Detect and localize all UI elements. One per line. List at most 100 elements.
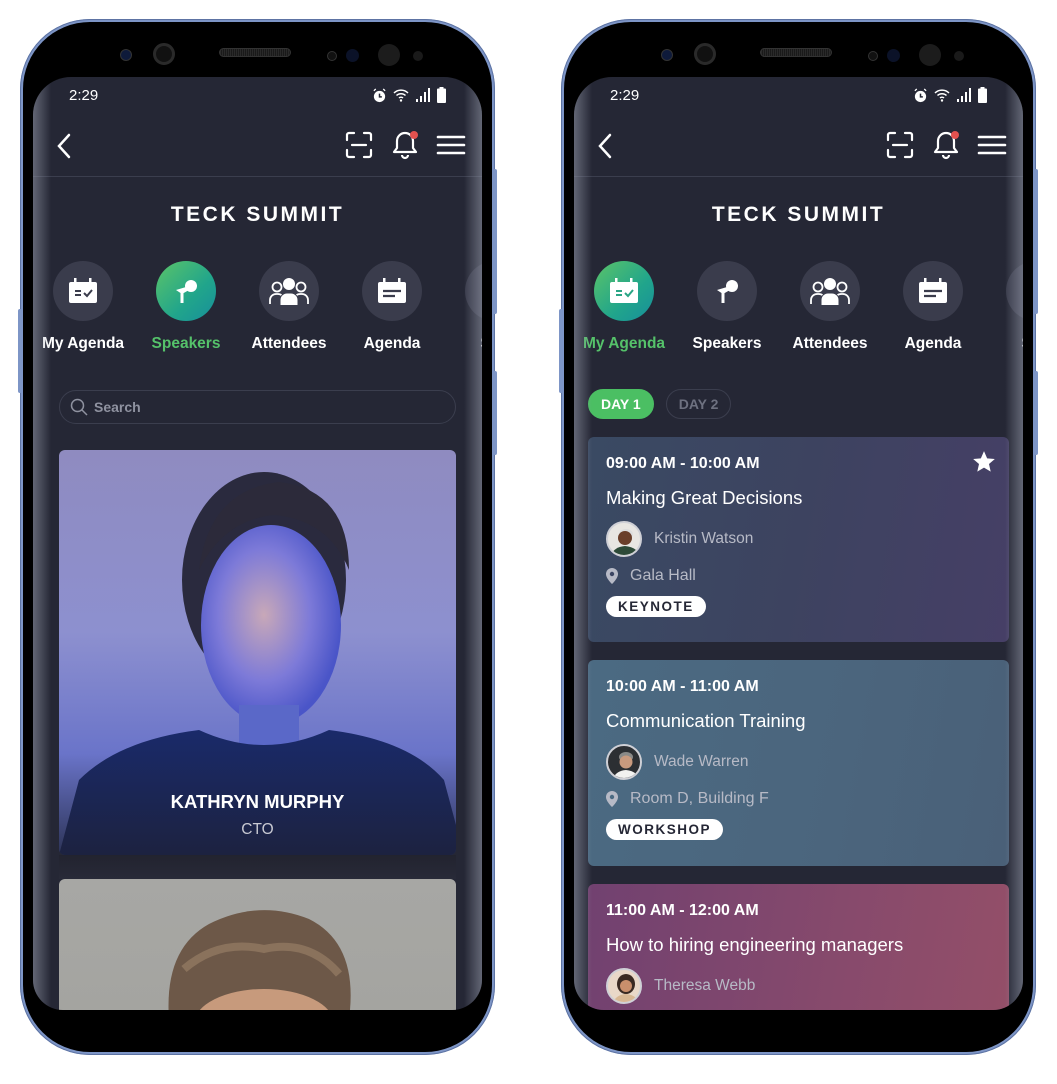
nav-label: Attendees [792,335,868,352]
phone-frame-speakers: 2:29 TECK SUMMIT My Agenda Speakers Atte… [18,19,497,1055]
speaker-name: Wade Warren [654,753,749,770]
nav-label: Agenda [904,335,962,352]
iris-scanner-icon [919,44,941,66]
agenda-screen: 2:29 TECK SUMMIT My Agenda Speakers Atte… [574,77,1023,1010]
notifications-button[interactable] [390,129,420,161]
card-divider [59,855,456,879]
nav-item-attendees[interactable]: Attendees [239,261,339,353]
nav-label: Speakers [692,335,762,352]
nav-label: Attendees [251,335,327,352]
app-bar [33,125,482,177]
calendar-list-icon [378,278,406,303]
battery-icon [437,87,446,103]
side-button [1034,169,1038,314]
menu-button[interactable] [977,129,1007,161]
notification-badge [410,131,418,139]
signal-icon [957,88,971,102]
sponsors-icon [1021,276,1023,306]
session-time: 10:00 AM - 11:00 AM [606,678,759,695]
session-title: Communication Training [606,710,806,731]
speaker-card[interactable]: KATHRYN MURPHY CTO [59,450,456,855]
calendar-list-icon [919,278,947,303]
notifications-button[interactable] [931,129,961,161]
people-icon [810,278,850,305]
event-title: TECK SUMMIT [711,203,886,226]
session-card[interactable]: 11:00 AM - 12:00 AM How to hiring engine… [588,884,1009,1010]
nav-item-sponsors[interactable]: Spo [445,261,482,353]
nav-item-speakers[interactable]: Speakers [677,261,777,353]
side-button [18,309,22,393]
nav-label: My Agenda [582,335,666,352]
nav-item-my-agenda[interactable]: My Agenda [33,261,133,353]
nav-item-agenda[interactable]: Agenda [883,261,983,353]
sensor-icon [661,49,673,61]
scan-icon [345,131,373,159]
speaker-photo [168,910,351,1010]
sensor-icon [887,49,900,62]
sensor-icon [346,49,359,62]
sensor-icon [413,51,423,61]
session-card[interactable]: 10:00 AM - 11:00 AM Communication Traini… [588,660,1009,866]
nav-item-attendees[interactable]: Attendees [780,261,880,353]
day-tabs: DAY 1 DAY 2 [588,389,732,419]
sensor-icon [954,51,964,61]
nav-item-speakers[interactable]: Speakers [136,261,236,353]
search-icon [70,398,88,416]
menu-button[interactable] [436,129,466,161]
scan-button[interactable] [885,129,915,161]
nav-item-agenda[interactable]: Agenda [342,261,442,353]
speaker-name: Theresa Webb [654,977,756,994]
tab-day-1[interactable]: DAY 1 [588,389,654,419]
location-pin-icon [606,791,618,807]
nav-item-sponsors[interactable]: Spo [986,261,1023,353]
session-card[interactable]: 09:00 AM - 10:00 AM Making Great Decisio… [588,437,1009,642]
scan-icon [886,131,914,159]
side-button [493,169,497,314]
side-button [493,371,497,455]
session-location: Room D, Building F [630,790,769,807]
feature-nav: My Agenda Speakers Attendees Agenda Spo [574,261,1023,361]
front-camera-icon [694,43,716,65]
session-time: 09:00 AM - 10:00 AM [606,455,760,472]
session-location: Gala Hall [630,567,696,584]
earpiece-speaker [219,48,291,57]
speaker-avatar [606,521,642,557]
speaker-avatar [606,968,642,1004]
nav-label: Spo [986,335,1023,353]
back-button[interactable] [594,131,618,161]
session-time: 11:00 AM - 12:00 AM [606,902,759,919]
speaker-role: CTO [241,821,274,838]
nav-label: Speakers [151,335,221,352]
phone-bezel [23,22,492,77]
session-title: How to hiring engineering managers [606,934,904,955]
chevron-left-icon [57,133,71,159]
side-button [1034,371,1038,455]
favorite-button[interactable] [971,449,997,475]
wifi-icon [393,89,409,102]
phone-frame-agenda: 2:29 TECK SUMMIT My Agenda Speakers Atte… [559,19,1038,1055]
nav-item-my-agenda[interactable]: My Agenda [574,261,674,353]
front-camera-icon [153,43,175,65]
back-button[interactable] [53,131,77,161]
nav-label: Agenda [363,335,421,352]
speakers-screen: 2:29 TECK SUMMIT My Agenda Speakers Atte… [33,77,482,1010]
event-title: TECK SUMMIT [170,203,345,226]
speaker-card[interactable] [59,879,456,1010]
search-input[interactable] [94,399,394,415]
session-tag: KEYNOTE [606,596,706,617]
speaker-avatar [606,744,642,780]
alarm-icon [373,87,386,102]
wifi-icon [934,89,950,102]
status-time: 2:29 [610,86,640,104]
sensor-icon [868,51,878,61]
microphone-icon [176,280,197,303]
menu-icon [977,135,1007,155]
search-field[interactable] [59,390,456,424]
calendar-check-icon [610,278,638,303]
scan-button[interactable] [344,129,374,161]
calendar-check-icon [69,278,97,303]
status-time: 2:29 [69,86,99,104]
sponsors-icon [480,276,482,306]
battery-icon [978,87,987,103]
tab-day-2[interactable]: DAY 2 [665,389,732,419]
